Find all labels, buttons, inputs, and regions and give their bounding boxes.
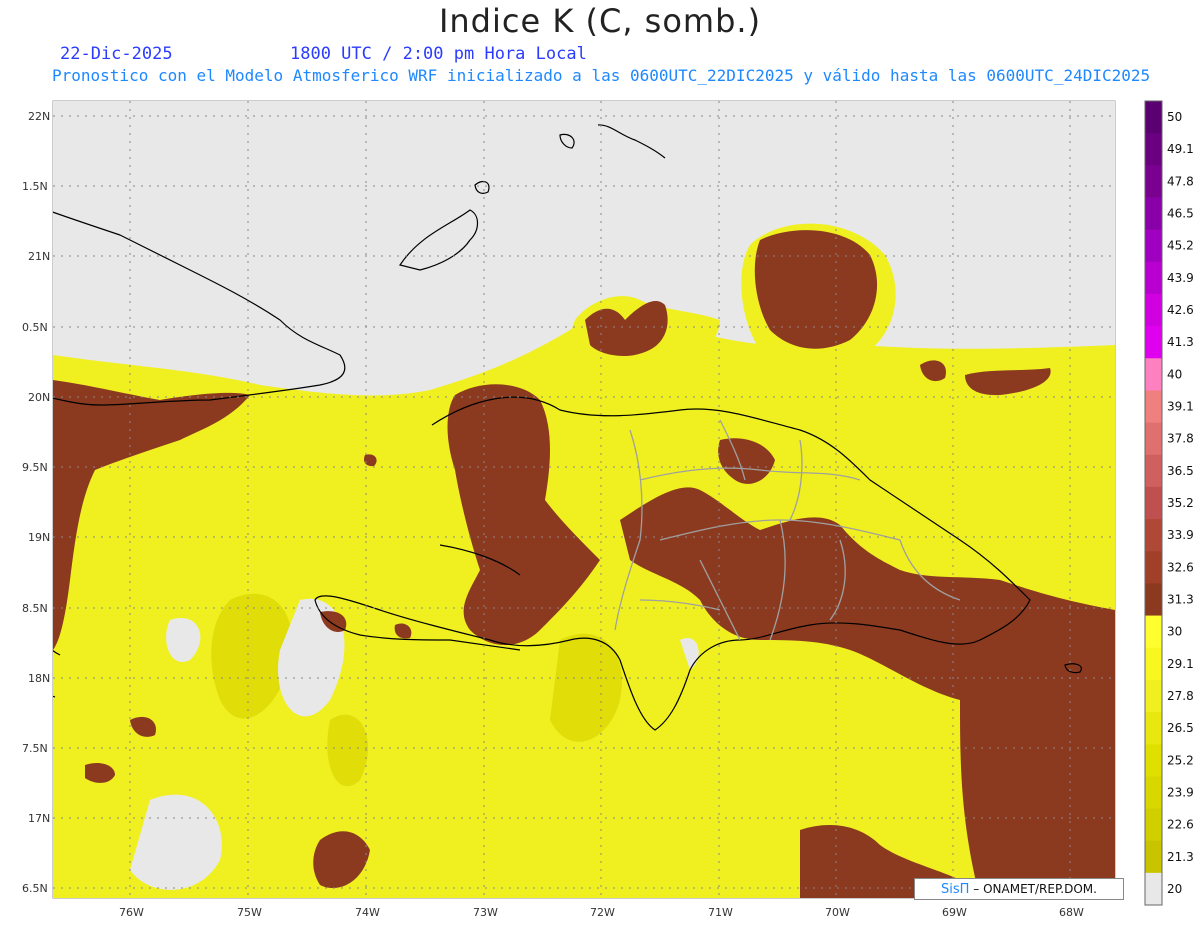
colorbar-label: 29.1 (1167, 657, 1194, 671)
colorbar-label: 50 (1167, 110, 1182, 124)
colorbar-label: 26.5 (1167, 721, 1194, 735)
longitude-labels: 76W 75W 74W 73W 72W 71W 70W 69W 68W (119, 906, 1084, 919)
colorbar-swatch (1145, 197, 1162, 231)
lon-label: 73W (473, 906, 498, 919)
colorbar-swatch (1145, 293, 1162, 327)
colorbar-swatch (1145, 390, 1162, 424)
lat-label: 6.5N (22, 882, 48, 895)
sispi-logo: SisΠ (941, 882, 970, 897)
lon-label: 69W (942, 906, 967, 919)
lon-label: 68W (1059, 906, 1084, 919)
colorbar-swatch (1145, 647, 1162, 681)
lon-label: 70W (825, 906, 850, 919)
colorbar-label: 31.3 (1167, 592, 1194, 606)
k-index-map: 22N 1.5N 21N 0.5N 20N 9.5N 19N 8.5N 18N … (22, 100, 1194, 919)
colorbar-label: 23.9 (1167, 785, 1194, 799)
colorbar-label: 27.8 (1167, 689, 1194, 703)
lat-label: 18N (28, 672, 50, 685)
colorbar-swatch (1145, 261, 1162, 295)
colorbar-label: 33.9 (1167, 528, 1194, 542)
colorbar-label: 32.6 (1167, 560, 1194, 574)
colorbar-swatch (1145, 454, 1162, 488)
lat-label: 0.5N (22, 321, 48, 334)
colorbar-swatch (1145, 358, 1162, 391)
lat-label: 19N (28, 531, 50, 544)
colorbar-label: 30 (1167, 625, 1182, 639)
lon-label: 74W (355, 906, 380, 919)
latitude-labels: 22N 1.5N 21N 0.5N 20N 9.5N 19N 8.5N 18N … (22, 110, 50, 895)
colorbar-swatch (1145, 422, 1162, 456)
colorbar-label: 37.8 (1167, 432, 1194, 446)
colorbar-label: 20 (1167, 882, 1182, 896)
colorbar-label: 39.1 (1167, 400, 1194, 414)
colorbar-label: 22.6 (1167, 818, 1194, 832)
colorbar-swatch (1145, 776, 1162, 810)
colorbar: 50 49.1 47.8 46.5 45.2 43.9 42.6 41.3 40 39.1 37.8… (1144, 100, 1194, 906)
colorbar-label: 41.3 (1167, 335, 1194, 349)
colorbar-swatch (1145, 840, 1162, 874)
colorbar-swatch (1145, 808, 1162, 842)
colorbar-swatch (1145, 712, 1162, 745)
credit-text: – ONAMET/REP.DOM. (973, 882, 1097, 896)
colorbar-swatch (1145, 133, 1162, 166)
colorbar-label: 40 (1167, 367, 1182, 381)
colorbar-swatch (1145, 165, 1162, 198)
colorbar-label: 46.5 (1167, 207, 1194, 221)
lon-label: 76W (119, 906, 144, 919)
colorbar-swatch (1145, 583, 1162, 617)
colorbar-label: 25.2 (1167, 753, 1194, 767)
lon-label: 71W (708, 906, 733, 919)
lat-label: 17N (28, 812, 50, 825)
lat-label: 20N (28, 391, 50, 404)
colorbar-swatch (1145, 551, 1162, 584)
colorbar-swatch (1145, 101, 1162, 134)
colorbar-swatch (1145, 486, 1162, 520)
colorbar-label: 36.5 (1167, 464, 1194, 478)
lat-label: 21N (28, 250, 50, 263)
colorbar-label: 21.3 (1167, 850, 1194, 864)
lat-label: 1.5N (22, 180, 48, 193)
lat-label: 7.5N (22, 742, 48, 755)
colorbar-swatch (1145, 872, 1162, 906)
colorbar-swatch (1145, 326, 1162, 359)
lon-label: 75W (237, 906, 262, 919)
colorbar-swatch (1145, 519, 1162, 552)
colorbar-label: 42.6 (1167, 303, 1194, 317)
lon-label: 72W (590, 906, 615, 919)
colorbar-swatch (1145, 679, 1162, 713)
colorbar-label: 49.1 (1167, 142, 1194, 156)
colorbar-label: 35.2 (1167, 496, 1194, 510)
lat-label: 9.5N (22, 461, 48, 474)
lat-label: 8.5N (22, 602, 48, 615)
colorbar-swatch (1145, 229, 1162, 263)
colorbar-label: 47.8 (1167, 174, 1194, 188)
colorbar-label: 43.9 (1167, 271, 1194, 285)
colorbar-swatch (1145, 744, 1162, 777)
colorbar-swatch (1145, 615, 1162, 649)
colorbar-label: 45.2 (1167, 239, 1194, 253)
lat-label: 22N (28, 110, 50, 123)
credit-box: SisΠ – ONAMET/REP.DOM. (914, 878, 1124, 900)
